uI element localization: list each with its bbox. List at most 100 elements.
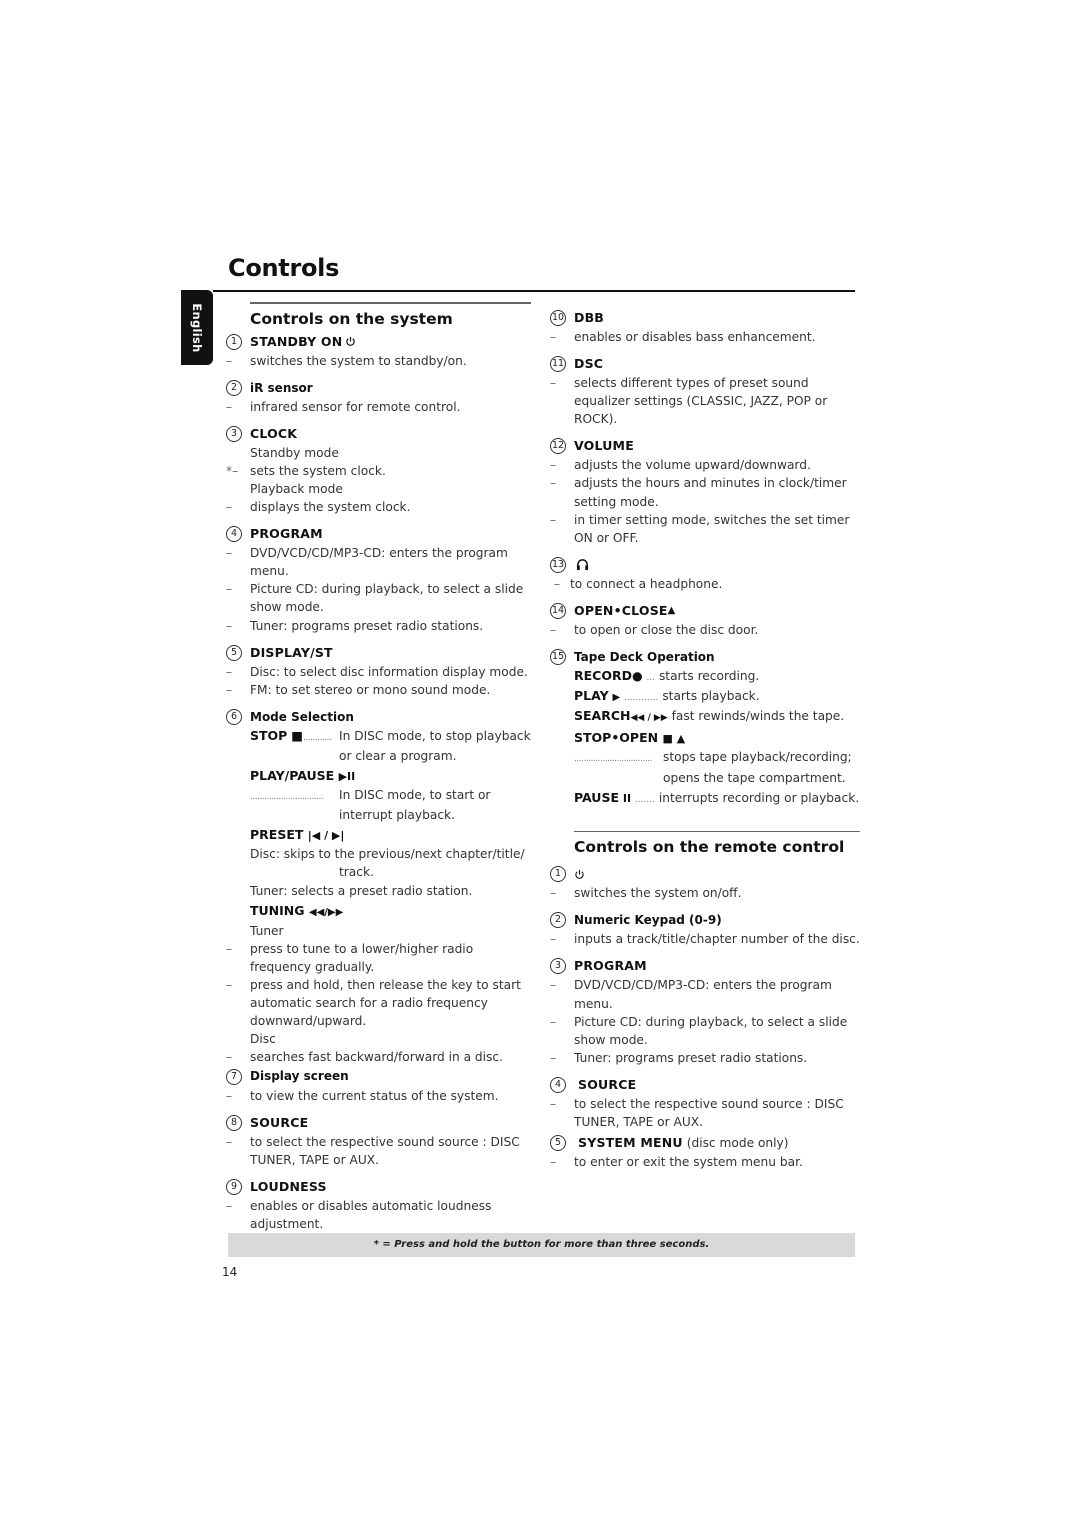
bullet-dash: – — [226, 664, 233, 679]
play-pause-label: PLAY/PAUSE — [250, 768, 335, 783]
section-rule — [250, 302, 531, 304]
item-number: 2 — [226, 379, 242, 396]
preset-description-cont: track. — [339, 865, 374, 880]
item-label: CLOCK — [250, 425, 298, 441]
power-icon — [346, 337, 356, 346]
item-label: SOURCE — [578, 1076, 637, 1092]
leader-dots: ... — [646, 673, 656, 684]
item-number: 3 — [550, 958, 566, 975]
item-label: Display screen — [250, 1069, 349, 1084]
play-pause-description: In DISC mode, to start or — [339, 788, 491, 803]
item-label: DSC — [574, 356, 604, 372]
play-pause-description-cont: interrupt playback. — [339, 808, 455, 823]
item-number: 4 — [226, 526, 242, 543]
item-number: 12 — [550, 438, 566, 455]
rewind-forward-icon: ◀◀ / ▶▶ — [630, 713, 668, 724]
item-number: 2 — [550, 912, 566, 929]
leader-dots: ............ — [624, 693, 659, 704]
item-description: Picture CD: during playback, to select a… — [250, 582, 524, 615]
remote-item-power: 1 – switches the system on/off. — [550, 864, 860, 902]
remote-item-program: 3 PROGRAM – DVD/VCD/CD/MP3-CD: enters the… — [550, 956, 860, 1066]
play-label: PLAY — [574, 688, 609, 704]
play-pause-icon: ▶II — [338, 770, 356, 783]
search-description: fast rewinds/winds the tape. — [671, 709, 845, 724]
bullet-dash: – — [226, 978, 233, 993]
bullet-dash: – — [550, 932, 557, 947]
preset-description: Disc: skips to the previous/next chapter… — [250, 847, 525, 862]
item-description: in timer setting mode, switches the set … — [574, 512, 850, 545]
tuning-label: TUNING — [250, 902, 305, 918]
play-pause-row: ............................... In DISC … — [226, 786, 531, 806]
item-number: 1 — [226, 333, 242, 350]
control-item-ir-sensor: 2 iR sensor – infrared sensor for remote … — [226, 378, 531, 416]
record-description: starts recording. — [658, 669, 760, 684]
control-item-tape-deck: 15 Tape Deck Operation RECORD● ... start… — [550, 647, 860, 809]
bullet-dash: – — [550, 1050, 557, 1065]
preset-label: PRESET — [250, 827, 304, 843]
item-description: Picture CD: during playback, to select a… — [574, 1014, 848, 1047]
item-description: DVD/VCD/CD/MP3-CD: enters the program me… — [574, 978, 832, 1011]
page-title: Controls — [228, 254, 340, 282]
stop-row: STOP ■............ In DISC mode, to stop… — [226, 727, 531, 747]
control-item-mode-selection: 6 Mode Selection STOP ■............ In D… — [226, 707, 531, 1067]
remote-item-source: 4 SOURCE – to select the respective sound… — [550, 1075, 860, 1131]
bullet-dash: – — [554, 576, 561, 591]
bullet-dash: – — [550, 978, 557, 993]
bullet-dash: – — [550, 1014, 557, 1029]
item-description: to select the respective sound source : … — [574, 1096, 844, 1130]
item-label: LOUDNESS — [250, 1178, 327, 1194]
play-icon: ▶ — [612, 692, 621, 704]
control-item-source: 8 SOURCE – to select the respective sound… — [226, 1113, 531, 1169]
bullet-dash: – — [226, 1088, 233, 1103]
stop-description-cont: or clear a program. — [339, 748, 457, 763]
item-label: Mode Selection — [250, 709, 354, 724]
item-label: iR sensor — [250, 380, 313, 395]
item-label-suffix: (disc mode only) — [686, 1136, 789, 1151]
item-description: to select the respective sound source : … — [250, 1134, 520, 1167]
bullet-dash: – — [226, 1050, 233, 1065]
item-description: Disc: to select disc information display… — [250, 664, 528, 679]
rewind-forward-icon: ◀◀/▶▶ — [308, 906, 344, 918]
bullet-dash: – — [550, 476, 557, 491]
bullet-dash: – — [550, 512, 557, 527]
item-number: 4 — [550, 1076, 566, 1093]
item-label: PROGRAM — [250, 526, 323, 542]
item-description: Tuner: programs preset radio stations. — [574, 1050, 808, 1065]
item-description: infrared sensor for remote control. — [250, 399, 461, 414]
preset-tuner-description: Tuner: selects a preset radio station. — [250, 883, 473, 898]
item-number: 6 — [226, 708, 242, 725]
item-number: 15 — [550, 649, 566, 666]
control-item-volume: 12 VOLUME – adjusts the volume upward/dow… — [550, 436, 860, 546]
mode-label: Disc — [250, 1032, 276, 1047]
left-column: Controls on the system 1 STANDBY ON – swi… — [226, 302, 531, 1241]
item-description: displays the system clock. — [250, 500, 411, 515]
language-tab: English — [181, 290, 213, 365]
item-description: to connect a headphone. — [570, 576, 723, 591]
item-description: DVD/VCD/CD/MP3-CD: enters the program me… — [250, 546, 508, 579]
control-item-standby: 1 STANDBY ON – switches the system to sta… — [226, 332, 531, 370]
bullet-dash: – — [226, 1134, 233, 1149]
bullet-dash: – — [226, 618, 233, 633]
item-number: 7 — [226, 1068, 242, 1085]
bullet-dash: – — [226, 500, 233, 515]
stop-icon: ■ — [291, 727, 304, 743]
bullet-dash: – — [550, 376, 557, 391]
leader-dots: ............................... — [250, 792, 324, 803]
section-title-remote: Controls on the remote control — [574, 838, 845, 857]
item-label: DISPLAY/ST — [250, 644, 333, 660]
control-item-open-close: 14 OPEN•CLOSE ▲ – to open or close the dis… — [550, 601, 860, 639]
bullet-dash: – — [226, 941, 233, 956]
item-description: FM: to set stereo or mono sound mode. — [250, 682, 491, 697]
control-item-headphone: 13 – to connect a headphone. — [550, 555, 860, 593]
item-number: 9 — [226, 1178, 242, 1195]
page-number: 14 — [222, 1265, 238, 1279]
mode-label: Playback mode — [250, 481, 343, 496]
item-label: VOLUME — [574, 438, 634, 454]
item-description: adjusts the hours and minutes in clock/t… — [574, 476, 847, 509]
item-number: 13 — [550, 556, 566, 573]
control-item-display-screen: 7 Display screen – to view the current st… — [226, 1067, 531, 1105]
eject-icon: ▲ — [667, 604, 676, 616]
mode-label: Tuner — [250, 923, 284, 938]
control-item-dbb: 10 DBB – enables or disables bass enhance… — [550, 308, 860, 346]
record-label: RECORD — [574, 668, 632, 684]
